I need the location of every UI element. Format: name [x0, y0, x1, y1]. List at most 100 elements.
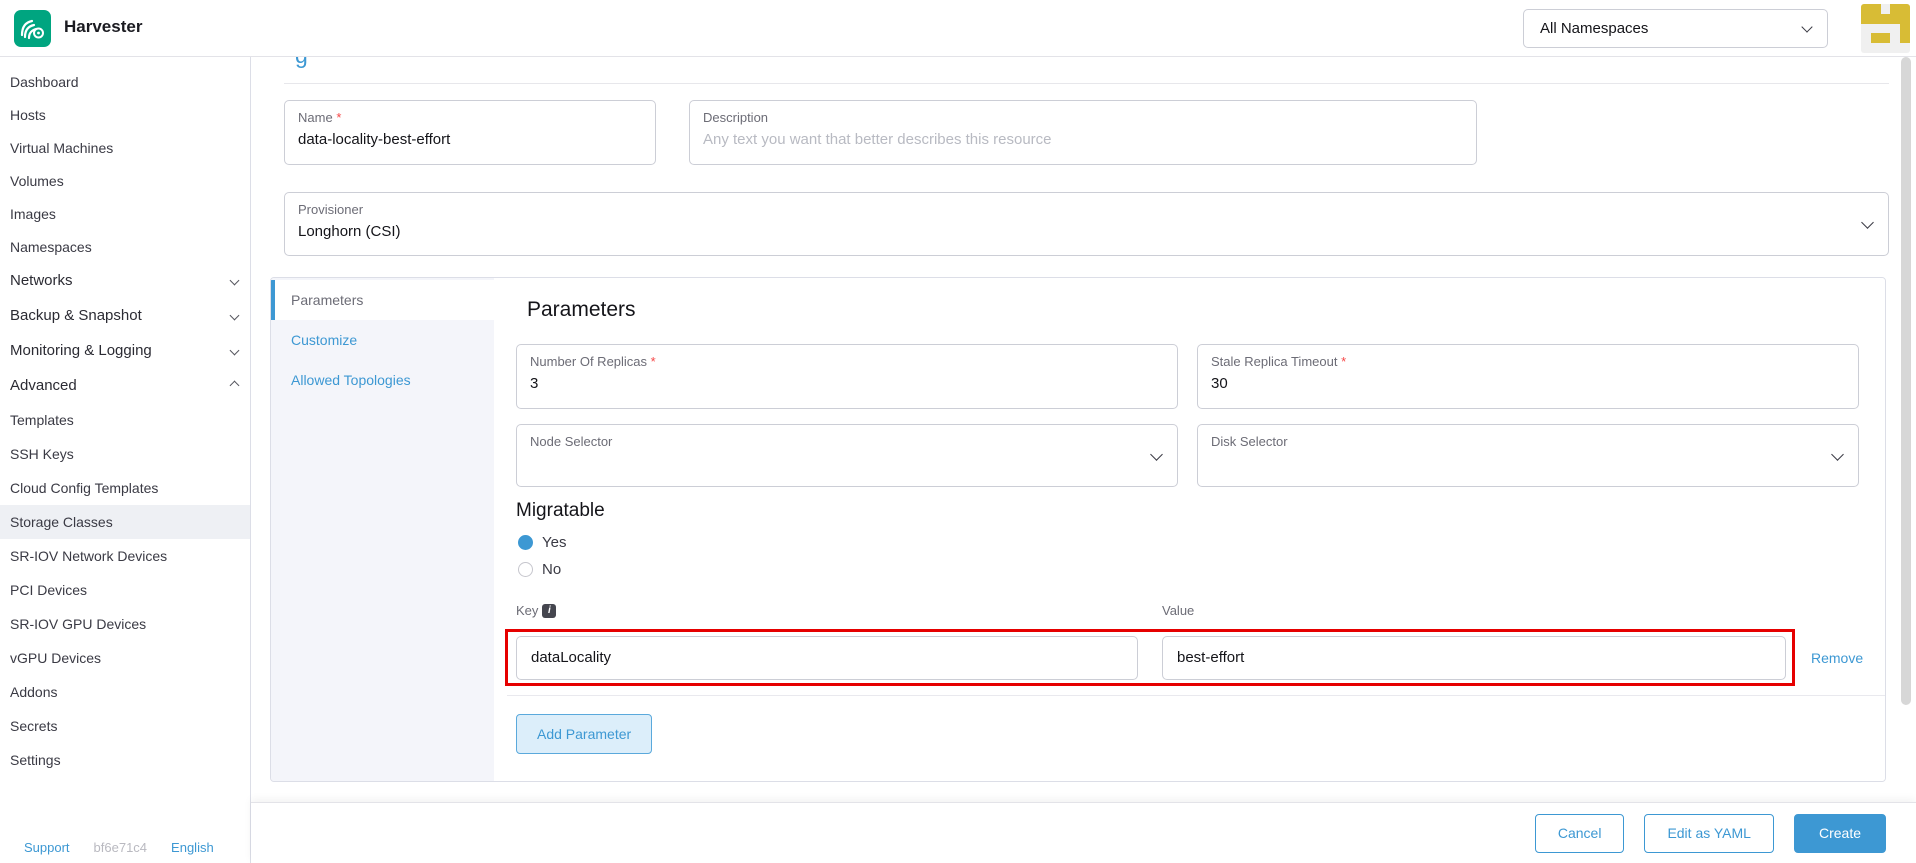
- parameters-heading: Parameters: [527, 298, 636, 321]
- add-parameter-button[interactable]: Add Parameter: [516, 714, 653, 754]
- disk-selector-label: Disk Selector: [1211, 434, 1288, 449]
- replicas-label: Number Of Replicas *: [530, 354, 656, 369]
- avatar-pixel: [1870, 4, 1881, 14]
- sidebar-item-advanced[interactable]: Advanced: [0, 368, 250, 403]
- sidebar-item-label: Backup & Snapshot: [10, 307, 142, 324]
- cancel-button[interactable]: Cancel: [1534, 813, 1625, 853]
- chevron-down-icon: [1801, 20, 1813, 33]
- tab-customize[interactable]: Customize: [271, 320, 494, 360]
- edit-as-yaml-button[interactable]: Edit as YAML: [1644, 813, 1774, 853]
- parameter-value-input[interactable]: [1162, 635, 1786, 680]
- sidebar-item-addons[interactable]: Addons: [0, 675, 250, 709]
- avatar-pixel: [1890, 43, 1900, 53]
- avatar-pixel: [1881, 43, 1891, 53]
- tab-allowed-topologies[interactable]: Allowed Topologies: [271, 360, 494, 400]
- avatar-pixel: [1900, 43, 1910, 53]
- avatar-pixel: [1861, 13, 1871, 24]
- sidebar-item-label: Advanced: [10, 377, 77, 394]
- chevron-down-icon: [229, 345, 240, 356]
- sidebar-item-vgpu-devices[interactable]: vGPU Devices: [0, 641, 250, 675]
- sidebar-item-storage-classes[interactable]: Storage Classes: [0, 505, 250, 539]
- node-selector-select[interactable]: Node Selector: [516, 424, 1178, 487]
- sidebar-item-ssh-keys[interactable]: SSH Keys: [0, 437, 250, 471]
- chevron-up-icon: [229, 380, 240, 391]
- sidebar-item-hosts[interactable]: Hosts: [0, 98, 250, 131]
- radio-label: Yes: [542, 534, 567, 551]
- name-label: Name *: [298, 110, 342, 125]
- support-link[interactable]: Support: [24, 840, 70, 855]
- app-header: Harvester All Namespaces: [0, 0, 1916, 57]
- namespace-selector[interactable]: All Namespaces: [1523, 9, 1828, 48]
- sidebar-item-secrets[interactable]: Secrets: [0, 709, 250, 743]
- sidebar-item-namespaces[interactable]: Namespaces: [0, 230, 250, 263]
- description-field[interactable]: Description: [689, 100, 1477, 165]
- radio-selected-icon[interactable]: [518, 535, 533, 550]
- footer-action-bar: Cancel Edit as YAML Create: [251, 802, 1916, 863]
- sidebar-item-cloud-config-templates[interactable]: Cloud Config Templates: [0, 471, 250, 505]
- sidebar-item-virtual-machines[interactable]: Virtual Machines: [0, 131, 250, 164]
- avatar-pixel: [1880, 13, 1891, 24]
- avatar-pixel: [1871, 24, 1881, 34]
- main-content: g Name * Description Provisioner Longhor…: [251, 57, 1916, 863]
- avatar-pixel: [1900, 23, 1910, 34]
- remove-parameter-link[interactable]: Remove: [1811, 650, 1863, 666]
- avatar-pixel: [1861, 43, 1871, 53]
- name-field[interactable]: Name *: [284, 100, 656, 165]
- replicas-input[interactable]: [530, 370, 1164, 393]
- sidebar-item-networks[interactable]: Networks: [0, 263, 250, 298]
- avatar-pixel: [1890, 24, 1900, 34]
- tab-list: Parameters Customize Allowed Topologies: [271, 278, 494, 781]
- stale-replica-timeout-input[interactable]: [1211, 370, 1845, 393]
- migratable-option-yes[interactable]: Yes: [518, 534, 566, 551]
- avatar-pixel: [1861, 33, 1871, 43]
- radio-label: No: [542, 561, 562, 578]
- sidebar-item-volumes[interactable]: Volumes: [0, 164, 250, 197]
- tab-parameters[interactable]: Parameters: [271, 280, 494, 320]
- replicas-field[interactable]: Number Of Replicas *: [516, 344, 1178, 409]
- sidebar-footer: Support bf6e71c4 English: [0, 840, 251, 855]
- avatar-pixel: [1900, 33, 1910, 44]
- key-label: Key i: [516, 603, 557, 618]
- chevron-down-icon: [229, 310, 240, 321]
- sidebar-item-backup-snapshot[interactable]: Backup & Snapshot: [0, 298, 250, 333]
- stale-replica-timeout-label: Stale Replica Timeout *: [1211, 354, 1347, 369]
- sidebar-nav: Dashboard Hosts Virtual Machines Volumes…: [0, 57, 250, 777]
- tabbed-section: Parameters Customize Allowed Topologies …: [270, 277, 1886, 782]
- create-button[interactable]: Create: [1793, 813, 1886, 853]
- provisioner-label: Provisioner: [298, 202, 364, 217]
- stale-replica-timeout-field[interactable]: Stale Replica Timeout *: [1197, 344, 1859, 409]
- avatar-pixel: [1880, 33, 1891, 44]
- annotation-highlight-box: [505, 629, 1795, 686]
- avatar-pixel: [1890, 33, 1900, 43]
- sidebar-item-settings[interactable]: Settings: [0, 743, 250, 777]
- namespace-selector-value: All Namespaces: [1540, 20, 1649, 37]
- language-link[interactable]: English: [171, 840, 214, 855]
- sidebar-item-sriov-gpu-devices[interactable]: SR-IOV GPU Devices: [0, 607, 250, 641]
- name-input[interactable]: [298, 126, 642, 149]
- description-input[interactable]: [703, 126, 1463, 149]
- required-asterisk: *: [336, 110, 342, 125]
- parameters-row-2: Node Selector Disk Selector: [516, 424, 1859, 487]
- sidebar-item-pci-devices[interactable]: PCI Devices: [0, 573, 250, 607]
- avatar-pixel: [1881, 4, 1891, 14]
- sidebar-item-label: Networks: [10, 272, 73, 289]
- avatar-pixel: [1871, 43, 1881, 53]
- sidebar-item-sriov-network-devices[interactable]: SR-IOV Network Devices: [0, 539, 250, 573]
- sidebar-item-label: Monitoring & Logging: [10, 342, 152, 359]
- disk-selector-select[interactable]: Disk Selector: [1197, 424, 1859, 487]
- vertical-scrollbar-thumb[interactable]: [1901, 57, 1911, 705]
- harvester-logo-icon: [20, 19, 44, 40]
- description-label: Description: [703, 110, 769, 125]
- kv-labels-row: Key i Value: [494, 603, 1885, 619]
- radio-unselected-icon[interactable]: [518, 562, 533, 577]
- sidebar-item-templates[interactable]: Templates: [0, 403, 250, 437]
- migratable-option-no[interactable]: No: [518, 561, 561, 578]
- node-selector-label: Node Selector: [530, 434, 613, 449]
- parameter-key-input[interactable]: [516, 635, 1138, 680]
- sidebar-item-monitoring-logging[interactable]: Monitoring & Logging: [0, 333, 250, 368]
- provisioner-select[interactable]: Provisioner Longhorn (CSI): [284, 192, 1889, 256]
- sidebar-item-dashboard[interactable]: Dashboard: [0, 65, 250, 98]
- harvester-logo[interactable]: [14, 10, 51, 47]
- user-avatar[interactable]: [1861, 4, 1910, 53]
- sidebar-item-images[interactable]: Images: [0, 197, 250, 230]
